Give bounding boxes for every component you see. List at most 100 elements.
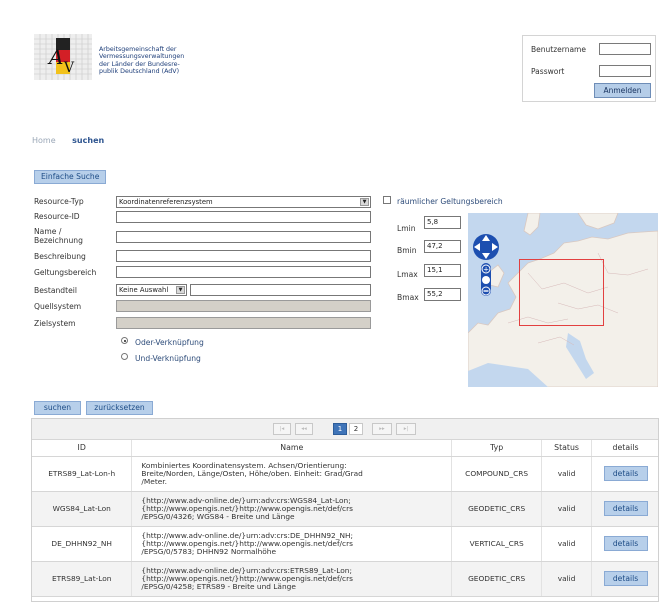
tab-simple-search[interactable]: Einfache Suche: [34, 170, 107, 184]
cell-status: valid: [541, 491, 593, 527]
name-input[interactable]: [116, 231, 371, 243]
adv-logo: A V: [34, 34, 92, 80]
name-line: /EPSG/0/5783; DHHN92 Normalhöhe: [141, 546, 277, 556]
pager-first-button[interactable]: |◂: [273, 423, 291, 435]
or-radio[interactable]: [121, 337, 128, 344]
col-header-type[interactable]: Typ: [451, 440, 543, 457]
bmax-label: Bmax: [397, 293, 419, 302]
col-header-name[interactable]: Name: [131, 440, 453, 457]
cell-name: {http://www.adv-online.de/}urn:adv:crs:D…: [131, 526, 453, 562]
resource-type-select[interactable]: Koordinatenreferenzsystem ▼: [116, 196, 371, 208]
pager-last-button[interactable]: ▸|: [396, 423, 416, 435]
svg-text:V: V: [63, 60, 75, 76]
username-input[interactable]: [599, 43, 651, 55]
results-grid: |◂ ◂◂ 1 2 ▸▸ ▸| ID Name Typ Status detai…: [31, 418, 659, 602]
search-button[interactable]: suchen: [34, 401, 81, 415]
breadcrumb: Home suchen: [32, 136, 104, 145]
resource-type-label: Resource-Typ: [34, 197, 84, 206]
lmin-input[interactable]: 5,8: [424, 216, 461, 229]
table-row[interactable]: DE_DHHN92_NH {http://www.adv-online.de/}…: [32, 526, 658, 562]
name-label-line: Bezeichnung: [34, 236, 83, 245]
spatial-scope-label[interactable]: räumlicher Geltungsbereich: [397, 197, 503, 206]
scope-input[interactable]: [116, 266, 371, 278]
source-system-input: [116, 300, 371, 312]
scope-label: Geltungsbereich: [34, 268, 97, 277]
org-line: der Länder der Bundesre-: [99, 60, 180, 68]
reset-button[interactable]: zurücksetzen: [86, 401, 153, 415]
cell-status: valid: [541, 561, 593, 597]
name-line: /EPSG/0/4326; WGS84 - Breite und Länge: [141, 511, 295, 521]
resource-id-label: Resource-ID: [34, 212, 80, 221]
resource-id-input[interactable]: [116, 211, 371, 223]
bounding-box-overlay[interactable]: [519, 259, 604, 326]
name-label-line: Name /: [34, 227, 62, 236]
pager-page-1[interactable]: 1: [333, 423, 347, 435]
cell-id: WGS84_Lat-Lon: [32, 491, 133, 527]
col-header-id[interactable]: ID: [32, 440, 133, 457]
description-input[interactable]: [116, 250, 371, 262]
cell-name: Kombiniertes Koordinatensystem. Achsen/O…: [131, 456, 453, 492]
pager-prev-button[interactable]: ◂◂: [295, 423, 313, 435]
pager: |◂ ◂◂ 1 2 ▸▸ ▸|: [32, 419, 658, 440]
results-table: ID Name Typ Status details ETRS89_Lat-Lo…: [32, 440, 658, 597]
bmax-input[interactable]: 55,2: [424, 288, 461, 301]
table-row[interactable]: ETRS89_Lat-Lon {http://www.adv-online.de…: [32, 561, 658, 597]
col-header-details: details: [591, 440, 658, 457]
lmin-label: Lmin: [397, 224, 416, 233]
component-select[interactable]: Keine Auswahl ▼: [116, 284, 187, 296]
col-header-status[interactable]: Status: [541, 440, 593, 457]
cell-name: {http://www.adv-online.de/}urn:adv:crs:E…: [131, 561, 453, 597]
cell-status: valid: [541, 526, 593, 562]
details-button[interactable]: details: [603, 466, 648, 481]
bmin-input[interactable]: 47,2: [424, 240, 461, 253]
lmax-label: Lmax: [397, 270, 418, 279]
password-label: Passwort: [531, 67, 565, 76]
description-label: Beschreibung: [34, 252, 86, 261]
pager-next-button[interactable]: ▸▸: [372, 423, 392, 435]
table-row[interactable]: ETRS89_Lat-Lon-h Kombiniertes Koordinate…: [32, 456, 658, 492]
details-button[interactable]: details: [603, 571, 648, 586]
bmin-label: Bmin: [397, 246, 417, 255]
cell-status: valid: [541, 456, 593, 492]
name-label: Name / Bezeichnung: [34, 227, 83, 245]
cell-id: DE_DHHN92_NH: [32, 526, 133, 562]
resource-type-value: Koordinatenreferenzsystem: [119, 198, 213, 206]
table-header-row: ID Name Typ Status details: [32, 440, 658, 457]
cell-name: {http://www.adv-online.de/}urn:adv:crs:W…: [131, 491, 453, 527]
cell-details: details: [591, 561, 658, 597]
cell-type: GEODETIC_CRS: [451, 561, 543, 597]
org-line: publik Deutschland (AdV): [99, 68, 180, 76]
password-input[interactable]: [599, 65, 651, 77]
target-system-label: Zielsystem: [34, 319, 76, 328]
lmax-input[interactable]: 15,1: [424, 264, 461, 277]
name-line: Breite/Norden, Länge/Osten, Höhe/oben. E…: [141, 468, 363, 478]
cell-type: VERTICAL_CRS: [451, 526, 543, 562]
and-radio[interactable]: [121, 353, 128, 360]
breadcrumb-current: suchen: [72, 136, 105, 145]
cell-type: COMPOUND_CRS: [451, 456, 543, 492]
map-view[interactable]: +: [468, 213, 658, 387]
org-line: Vermessungsverwaltungen: [99, 53, 185, 61]
details-button[interactable]: details: [603, 501, 648, 516]
chevron-down-icon: ▼: [176, 286, 185, 294]
details-button[interactable]: details: [603, 536, 648, 551]
header: A V Arbeitsgemeinschaft der Vermessungsv…: [0, 0, 672, 112]
svg-text:+: +: [483, 266, 489, 274]
cell-details: details: [591, 456, 658, 492]
login-box: Benutzername Passwort Anmelden: [522, 35, 656, 102]
svg-text:A: A: [47, 45, 63, 69]
and-radio-label[interactable]: Und-Verknüpfung: [135, 354, 201, 363]
cell-details: details: [591, 526, 658, 562]
table-row[interactable]: WGS84_Lat-Lon {http://www.adv-online.de/…: [32, 491, 658, 527]
pager-page-2[interactable]: 2: [349, 423, 363, 435]
or-radio-label[interactable]: Oder-Verknüpfung: [135, 338, 204, 347]
component-input[interactable]: [190, 284, 371, 296]
spatial-scope-checkbox[interactable]: [383, 196, 391, 204]
cell-type: GEODETIC_CRS: [451, 491, 543, 527]
login-button[interactable]: Anmelden: [594, 83, 651, 98]
name-line: /Meter.: [141, 476, 167, 486]
component-label: Bestandteil: [34, 286, 77, 295]
cell-id: ETRS89_Lat-Lon: [32, 561, 133, 597]
breadcrumb-home-link[interactable]: Home: [32, 136, 56, 145]
cell-details: details: [591, 491, 658, 527]
